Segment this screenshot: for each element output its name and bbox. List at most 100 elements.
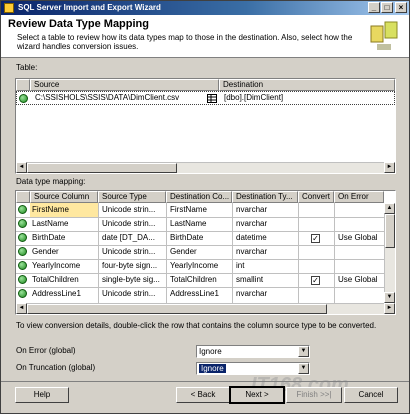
cell-dest-column: LastName bbox=[170, 219, 207, 228]
scroll-left-icon[interactable]: ◄ bbox=[16, 303, 27, 314]
table-grid-icon bbox=[207, 94, 217, 103]
page-subtitle: Select a table to review how its data ty… bbox=[17, 33, 353, 51]
status-ok-icon bbox=[19, 94, 28, 103]
cell-source-column: AddressLine1 bbox=[32, 289, 81, 298]
cell-on-error bbox=[336, 259, 384, 273]
next-button[interactable]: Next > bbox=[229, 386, 285, 404]
finish-button[interactable]: Finish >>| bbox=[286, 387, 342, 403]
cell-on-error bbox=[336, 245, 384, 259]
cell-dest-type: nvarchar bbox=[236, 289, 268, 298]
mapping-vscrollbar[interactable]: ▲ ▼ bbox=[384, 203, 395, 303]
cell-on-error bbox=[336, 287, 384, 301]
conversion-hint: To view conversion details, double-click… bbox=[16, 321, 377, 330]
table-row[interactable]: BirthDate date [DT_DA... BirthDate datet… bbox=[16, 231, 384, 245]
page-title: Review Data Type Mapping bbox=[8, 18, 149, 30]
cell-source-type: Unicode strin... bbox=[102, 219, 156, 228]
convert-checkbox[interactable]: ✓ bbox=[311, 276, 320, 285]
convert-checkbox[interactable]: ✓ bbox=[311, 234, 320, 243]
cell-dest-column: BirthDate bbox=[170, 233, 204, 242]
cell-source-type: Unicode strin... bbox=[102, 289, 156, 298]
cell-source-column: TotalChildren bbox=[32, 275, 79, 284]
status-ok-icon bbox=[18, 261, 27, 270]
table-col-source[interactable]: Source bbox=[30, 79, 219, 91]
table-row-source: C:\SSISHOLS\SSIS\DATA\DimClient.csv bbox=[35, 93, 180, 102]
back-button[interactable]: < Back bbox=[176, 387, 230, 403]
cell-dest-column: FirstName bbox=[170, 205, 207, 214]
on-truncation-global-value: Ignore bbox=[199, 364, 226, 373]
cell-dest-column: TotalChildren bbox=[170, 275, 217, 284]
mapping-col-convert[interactable]: Convert bbox=[298, 191, 334, 203]
help-button[interactable]: Help bbox=[15, 387, 69, 403]
table-row[interactable]: YearlyIncome four-byte sign... YearlyInc… bbox=[16, 259, 384, 273]
cell-dest-column: Gender bbox=[170, 247, 197, 256]
scroll-left-icon[interactable]: ◄ bbox=[16, 162, 27, 173]
status-ok-icon bbox=[18, 233, 27, 242]
table-hscrollbar[interactable]: ◄ ► bbox=[16, 162, 395, 173]
mapping-col-on-error[interactable]: On Error bbox=[334, 191, 384, 203]
app-icon bbox=[4, 3, 14, 13]
cell-dest-type: int bbox=[236, 261, 245, 270]
maximize-icon[interactable]: □ bbox=[381, 2, 393, 13]
mapping-hscrollbar[interactable]: ◄ ► bbox=[16, 303, 395, 314]
mapping-col-source-type[interactable]: Source Type bbox=[98, 191, 166, 203]
chevron-down-icon[interactable]: ▼ bbox=[298, 363, 309, 374]
mapping-rows: FirstName Unicode strin... FirstName nva… bbox=[16, 203, 384, 303]
cell-source-column: Gender bbox=[32, 247, 59, 256]
close-icon[interactable]: × bbox=[395, 2, 407, 13]
status-ok-icon bbox=[18, 289, 27, 298]
scroll-thumb[interactable] bbox=[27, 163, 177, 173]
table-col-destination[interactable]: Destination bbox=[219, 79, 395, 91]
table-row-destination: [dbo].[DimClient] bbox=[224, 93, 284, 102]
scroll-right-icon[interactable]: ► bbox=[384, 162, 395, 173]
table-row[interactable]: Gender Unicode strin... Gender nvarchar bbox=[16, 245, 384, 259]
status-ok-icon bbox=[18, 219, 27, 228]
on-truncation-global-label: On Truncation (global) bbox=[16, 363, 96, 372]
table-row[interactable]: C:\SSISHOLS\SSIS\DATA\DimClient.csv [dbo… bbox=[16, 91, 395, 105]
cell-source-column: FirstName bbox=[30, 203, 98, 217]
footer-divider bbox=[1, 381, 409, 382]
wizard-banner-icon bbox=[370, 21, 398, 50]
cell-dest-column: AddressLine1 bbox=[170, 289, 219, 298]
scroll-thumb[interactable] bbox=[385, 214, 395, 248]
cell-source-type: date [DT_DA... bbox=[102, 233, 155, 242]
mapping-col-source-column[interactable]: Source Column bbox=[30, 191, 98, 203]
mapping-col-dest-column[interactable]: Destination Co... bbox=[166, 191, 232, 203]
minimize-icon[interactable]: _ bbox=[368, 2, 380, 13]
cell-source-type: Unicode strin... bbox=[102, 247, 156, 256]
cell-source-column: BirthDate bbox=[32, 233, 66, 242]
scroll-thumb[interactable] bbox=[27, 304, 327, 314]
chevron-down-icon[interactable]: ▼ bbox=[298, 346, 309, 357]
cell-source-column: YearlyIncome bbox=[32, 261, 81, 270]
page-header: Review Data Type Mapping Select a table … bbox=[1, 15, 409, 58]
mapping-col-dest-type[interactable]: Destination Ty... bbox=[232, 191, 298, 203]
cell-on-error bbox=[336, 217, 384, 231]
cell-source-type: single-byte sig... bbox=[102, 275, 160, 284]
cell-on-error: Use Global bbox=[338, 275, 378, 284]
cell-dest-type: nvarchar bbox=[236, 205, 268, 214]
mapping-grid[interactable]: Source Column Source Type Destination Co… bbox=[15, 190, 396, 315]
cancel-button[interactable]: Cancel bbox=[344, 387, 398, 403]
cell-dest-type: datetime bbox=[236, 233, 267, 242]
scroll-down-icon[interactable]: ▼ bbox=[384, 292, 395, 303]
status-ok-icon bbox=[18, 275, 27, 284]
cell-on-error bbox=[336, 203, 384, 217]
table-row[interactable]: LastName Unicode strin... LastName nvarc… bbox=[16, 217, 384, 231]
title-bar: SQL Server Import and Export Wizard _ □ … bbox=[1, 1, 409, 15]
on-error-global-select[interactable]: Ignore ▼ bbox=[196, 345, 310, 358]
cell-dest-type: smallint bbox=[236, 275, 264, 284]
table-row[interactable]: FirstName Unicode strin... FirstName nva… bbox=[16, 203, 384, 217]
cell-on-error: Use Global bbox=[338, 233, 378, 242]
cell-source-column: LastName bbox=[32, 219, 69, 228]
scroll-right-icon[interactable]: ► bbox=[384, 303, 395, 314]
wizard-window: SQL Server Import and Export Wizard _ □ … bbox=[0, 0, 410, 414]
table-row[interactable]: TotalChildren single-byte sig... TotalCh… bbox=[16, 273, 384, 287]
cell-dest-column: YearlyIncome bbox=[170, 261, 219, 270]
mapping-col-status bbox=[16, 191, 30, 203]
cell-dest-type: nvarchar bbox=[236, 247, 268, 256]
cell-source-type: Unicode strin... bbox=[102, 205, 156, 214]
on-error-global-value: Ignore bbox=[199, 347, 222, 356]
scroll-up-icon[interactable]: ▲ bbox=[384, 203, 395, 214]
table-row[interactable]: AddressLine1 Unicode strin... AddressLin… bbox=[16, 287, 384, 301]
mapping-label: Data type mapping: bbox=[16, 177, 86, 186]
table-list[interactable]: Source Destination C:\SSISHOLS\SSIS\DATA… bbox=[15, 78, 396, 174]
